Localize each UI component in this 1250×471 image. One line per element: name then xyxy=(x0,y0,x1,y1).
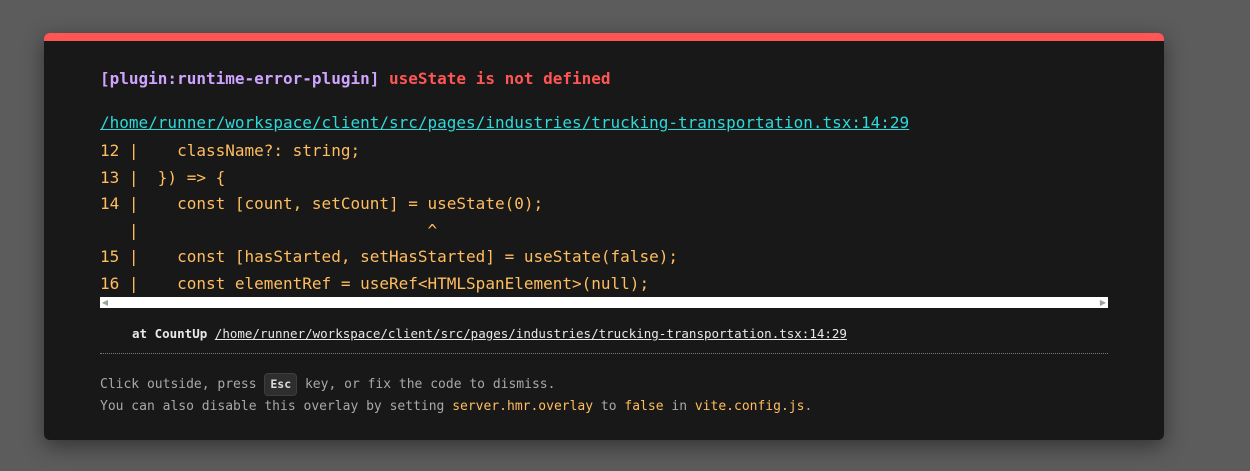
stack-prefix: at CountUp xyxy=(132,326,208,341)
code-line: 15 | const [hasStarted, setHasStarted] =… xyxy=(100,247,678,266)
scroll-left-arrow-icon[interactable]: ◀ xyxy=(100,297,110,308)
tip-text: Click outside, press xyxy=(100,377,265,392)
code-line: 14 | const [count, setCount] = useState(… xyxy=(100,194,544,213)
dismiss-tip: Click outside, press Esc key, or fix the… xyxy=(100,373,555,396)
esc-key: Esc xyxy=(264,373,298,396)
tip-text: to xyxy=(593,399,625,414)
tip-text: in xyxy=(663,399,695,414)
code-line: 16 | const elementRef = useRef<HTMLSpanE… xyxy=(100,273,650,293)
code-line: 12 | className?: string; xyxy=(100,141,361,160)
config-file: vite.config.js xyxy=(694,399,805,414)
error-message: [plugin:runtime-error-plugin] useState i… xyxy=(100,69,611,88)
error-file-link[interactable]: /home/runner/workspace/client/src/pages/… xyxy=(100,113,909,132)
tip-text: You can also disable this overlay by set… xyxy=(100,399,453,414)
error-text: useState is not defined xyxy=(389,69,611,88)
tip-text: . xyxy=(804,399,813,414)
plugin-name: [plugin:runtime-error-plugin] xyxy=(100,69,380,88)
code-line-caret: | ^ xyxy=(100,220,438,240)
tip-text: key, or fix the code to dismiss. xyxy=(297,377,556,392)
stack-file-link[interactable]: /home/runner/workspace/client/src/pages/… xyxy=(215,326,847,341)
disable-overlay-tip: You can also disable this overlay by set… xyxy=(100,399,812,414)
stack-trace: at CountUp /home/runner/workspace/client… xyxy=(132,326,847,341)
config-option: server.hmr.overlay xyxy=(452,399,594,414)
scroll-right-arrow-icon[interactable]: ▶ xyxy=(1098,297,1108,308)
code-frame: 12 | className?: string; 13 | }) => { 14… xyxy=(100,138,1108,298)
error-overlay-window: [plugin:runtime-error-plugin] useState i… xyxy=(44,33,1164,440)
code-line: 13 | }) => { xyxy=(100,167,226,187)
divider xyxy=(100,353,1108,354)
config-value: false xyxy=(624,399,664,414)
horizontal-scrollbar[interactable]: ◀ ▶ xyxy=(100,297,1108,308)
